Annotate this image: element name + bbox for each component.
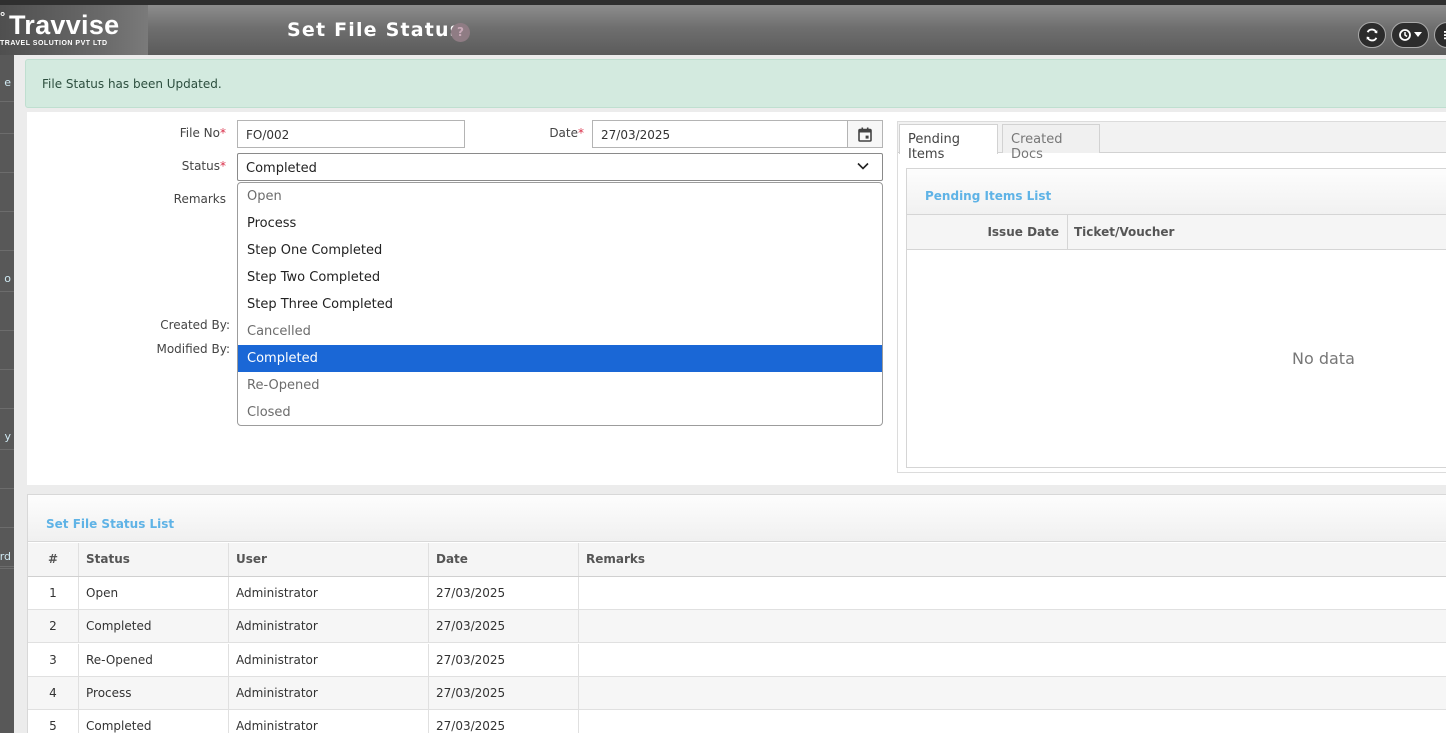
pending-items-title: Pending Items List — [907, 169, 1446, 215]
sidebar-item[interactable] — [0, 450, 14, 489]
tab-created-docs[interactable]: Created Docs — [1002, 124, 1100, 162]
status-option-step-one-completed[interactable]: Step One Completed — [238, 237, 882, 264]
row-number: 3 — [28, 644, 79, 677]
success-alert: File Status has been Updated. — [25, 59, 1446, 108]
tab-bar: Pending Items Created Docs — [898, 122, 1446, 162]
sidebar-item[interactable] — [0, 212, 14, 251]
status-option-process[interactable]: Process — [238, 210, 882, 237]
sidebar-item[interactable] — [0, 489, 14, 528]
column-header-user[interactable]: User — [229, 543, 429, 576]
table-row[interactable]: 1 Open Administrator 27/03/2025 — [28, 577, 1446, 610]
refresh-icon — [1366, 28, 1378, 42]
tab-pending-items[interactable]: Pending Items — [899, 124, 998, 162]
help-icon[interactable]: ? — [451, 23, 470, 42]
status-option-open[interactable]: Open — [238, 183, 882, 210]
row-number: 1 — [28, 577, 79, 610]
table-row[interactable]: 3 Re-Opened Administrator 27/03/2025 — [28, 644, 1446, 677]
row-remarks — [579, 644, 1446, 677]
column-header-number[interactable]: # — [28, 543, 79, 576]
page-title: Set File Status — [287, 19, 463, 41]
sidebar-item[interactable] — [0, 331, 14, 370]
row-number: 5 — [28, 710, 79, 733]
table-row[interactable]: 2 Completed Administrator 27/03/2025 — [28, 610, 1446, 643]
status-option-step-two-completed[interactable]: Step Two Completed — [238, 264, 882, 291]
refresh-button[interactable] — [1358, 22, 1386, 48]
sidebar-item[interactable]: o — [0, 253, 14, 292]
file-no-label: File No* — [179, 126, 226, 140]
row-user: Administrator — [229, 710, 429, 733]
row-user: Administrator — [229, 577, 429, 610]
row-status: Re-Opened — [79, 644, 229, 677]
row-user: Administrator — [229, 677, 429, 710]
sidebar-item[interactable] — [0, 134, 14, 173]
row-status: Completed — [79, 710, 229, 733]
row-number: 2 — [28, 610, 79, 643]
row-date: 27/03/2025 — [429, 577, 579, 610]
row-remarks — [579, 710, 1446, 733]
modified-by-label: Modified By: — [156, 342, 230, 356]
sidebar-item[interactable] — [0, 292, 14, 331]
empty-state-text: No data — [1292, 349, 1355, 368]
file-no-field[interactable]: FO/002 — [237, 120, 465, 148]
history-button[interactable] — [1391, 22, 1429, 48]
date-field[interactable]: 27/03/2025 — [592, 120, 848, 148]
table-header: # Status User Date Remarks — [28, 543, 1446, 577]
pending-tabs-panel: Pending Items Created Docs Pending Items… — [897, 121, 1446, 473]
row-status: Completed — [79, 610, 229, 643]
status-option-step-three-completed[interactable]: Step Three Completed — [238, 291, 882, 318]
logo-tagline: TRAVEL SOLUTION PVT LTD — [0, 40, 108, 47]
status-option-cancelled[interactable]: Cancelled — [238, 318, 882, 345]
top-bar: ° Travvise TRAVEL SOLUTION PVT LTD Set F… — [0, 0, 1446, 55]
row-date: 27/03/2025 — [429, 710, 579, 733]
status-option-closed[interactable]: Closed — [238, 399, 882, 425]
row-remarks — [579, 577, 1446, 610]
status-select[interactable]: Completed — [237, 153, 883, 181]
status-option-re-opened[interactable]: Re-Opened — [238, 372, 882, 399]
menu-button[interactable] — [1434, 22, 1446, 48]
row-date: 27/03/2025 — [429, 677, 579, 710]
brand-logo[interactable]: ° Travvise TRAVEL SOLUTION PVT LTD — [0, 5, 148, 55]
pending-items-box: Pending Items List Issue Date Ticket/Vou… — [906, 168, 1446, 468]
status-dropdown-list: Open Process Step One Completed Step Two… — [237, 182, 883, 426]
column-header-issue-date[interactable]: Issue Date — [907, 215, 1068, 249]
row-date: 27/03/2025 — [429, 610, 579, 643]
table-row[interactable]: 5 Completed Administrator 27/03/2025 — [28, 710, 1446, 733]
status-option-completed[interactable]: Completed — [238, 345, 882, 372]
status-selected-value: Completed — [246, 161, 317, 176]
table-row[interactable]: 4 Process Administrator 27/03/2025 — [28, 677, 1446, 710]
created-by-label: Created By: — [160, 318, 230, 332]
date-picker-button[interactable] — [847, 120, 883, 148]
sidebar-item[interactable]: y — [0, 411, 14, 450]
status-list-panel: Set File Status List # Status User Date … — [27, 494, 1446, 733]
column-header-date[interactable]: Date — [429, 543, 579, 576]
pending-items-header: Issue Date Ticket/Voucher — [907, 215, 1446, 250]
sidebar-item[interactable]: rd — [0, 530, 14, 569]
calendar-icon — [858, 127, 872, 142]
sidebar-item[interactable] — [0, 370, 14, 409]
logo-name: Travvise — [9, 10, 120, 40]
row-user: Administrator — [229, 644, 429, 677]
row-status: Open — [79, 577, 229, 610]
history-icon — [1399, 29, 1411, 41]
date-label: Date* — [549, 126, 584, 140]
logo-mark: ° — [0, 9, 6, 24]
left-sidebar: e o y rd — [0, 55, 14, 733]
status-label: Status* — [181, 159, 226, 173]
sidebar-item[interactable] — [0, 173, 14, 212]
status-list-title: Set File Status List — [28, 495, 1446, 542]
row-date: 27/03/2025 — [429, 644, 579, 677]
caret-down-icon — [1414, 32, 1422, 37]
column-header-status[interactable]: Status — [79, 543, 229, 576]
column-header-remarks[interactable]: Remarks — [579, 543, 1446, 576]
row-user: Administrator — [229, 610, 429, 643]
row-remarks — [579, 677, 1446, 710]
column-header-ticket-voucher[interactable]: Ticket/Voucher — [1074, 215, 1174, 249]
row-status: Process — [79, 677, 229, 710]
remarks-label: Remarks — [173, 192, 226, 206]
row-number: 4 — [28, 677, 79, 710]
chevron-down-icon — [857, 162, 869, 170]
row-remarks — [579, 610, 1446, 643]
sidebar-item[interactable] — [0, 95, 14, 134]
